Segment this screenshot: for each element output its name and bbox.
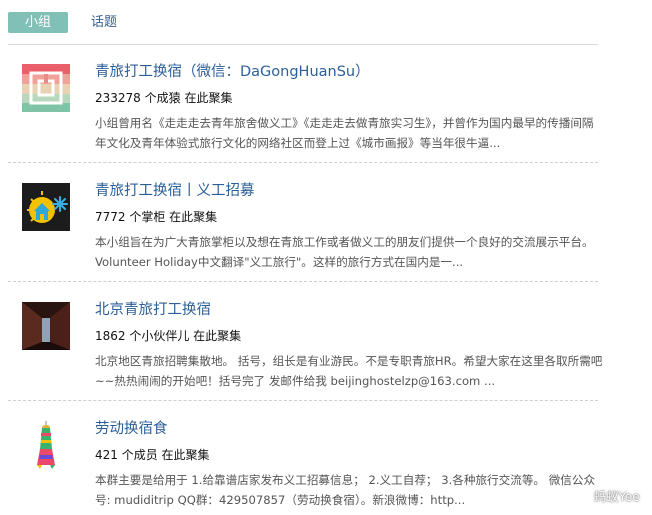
group-logo-icon: [22, 64, 70, 112]
group-member-count: 421 个成员 在此聚集: [95, 448, 210, 462]
tab-bar: 小组 话题: [8, 12, 598, 45]
wechat-icon: [571, 488, 590, 503]
group-item: 劳动换宿食 421 个成员 在此聚集 本群主要是给用于 1.给靠谱店家发布义工招…: [8, 421, 598, 515]
tab-topics[interactable]: 话题: [84, 12, 124, 33]
wechat-watermark: 蚂蚁Yee: [571, 486, 640, 505]
group-avatar[interactable]: [22, 302, 70, 350]
group-member-count: 233278 个成猿 在此聚集: [95, 91, 233, 105]
group-description: 北京地区青旅招聘集散地。 括号，组长是有业游民。不是专职青旅HR。希望大家在这里…: [95, 354, 603, 388]
group-avatar[interactable]: [22, 64, 70, 112]
group-member-count: 1862 个小伙伴儿 在此聚集: [95, 329, 242, 343]
group-title[interactable]: 北京青旅打工换宿: [95, 300, 211, 320]
fish-windsock-icon: [22, 421, 70, 469]
group-avatar[interactable]: [22, 421, 70, 469]
group-item: 青旅打工换宿（微信：DaGongHuanSu） 233278 个成猿 在此聚集 …: [8, 64, 598, 163]
group-description: 本小组旨在为广大青旅掌柜以及想在青旅工作或者做义工的朋友们提供一个良好的交流展示…: [95, 235, 594, 269]
house-sun-snowflake-icon: [22, 183, 70, 231]
corridor-photo-icon: [22, 302, 70, 350]
group-member-count: 7772 个掌柜 在此聚集: [95, 210, 218, 224]
group-item: 青旅打工换宿丨义工招募 7772 个掌柜 在此聚集 本小组旨在为广大青旅掌柜以及…: [8, 183, 598, 282]
group-title[interactable]: 劳动换宿食: [95, 419, 168, 439]
tab-groups[interactable]: 小组: [8, 12, 68, 33]
group-title[interactable]: 青旅打工换宿（微信：DaGongHuanSu）: [95, 62, 370, 82]
group-avatar[interactable]: [22, 183, 70, 231]
group-title[interactable]: 青旅打工换宿丨义工招募: [95, 181, 255, 201]
watermark-text: 蚂蚁Yee: [593, 489, 640, 504]
group-description: 本群主要是给用于 1.给靠谱店家发布义工招募信息； 2.义工自荐； 3.各种旅行…: [95, 473, 596, 507]
group-item: 北京青旅打工换宿 1862 个小伙伴儿 在此聚集 北京地区青旅招聘集散地。 括号…: [8, 300, 602, 401]
group-description: 小组曾用名《走走走去青年旅舍做义工》《走走走去做青旅实习生》，并曾作为国内最早的…: [95, 116, 594, 150]
